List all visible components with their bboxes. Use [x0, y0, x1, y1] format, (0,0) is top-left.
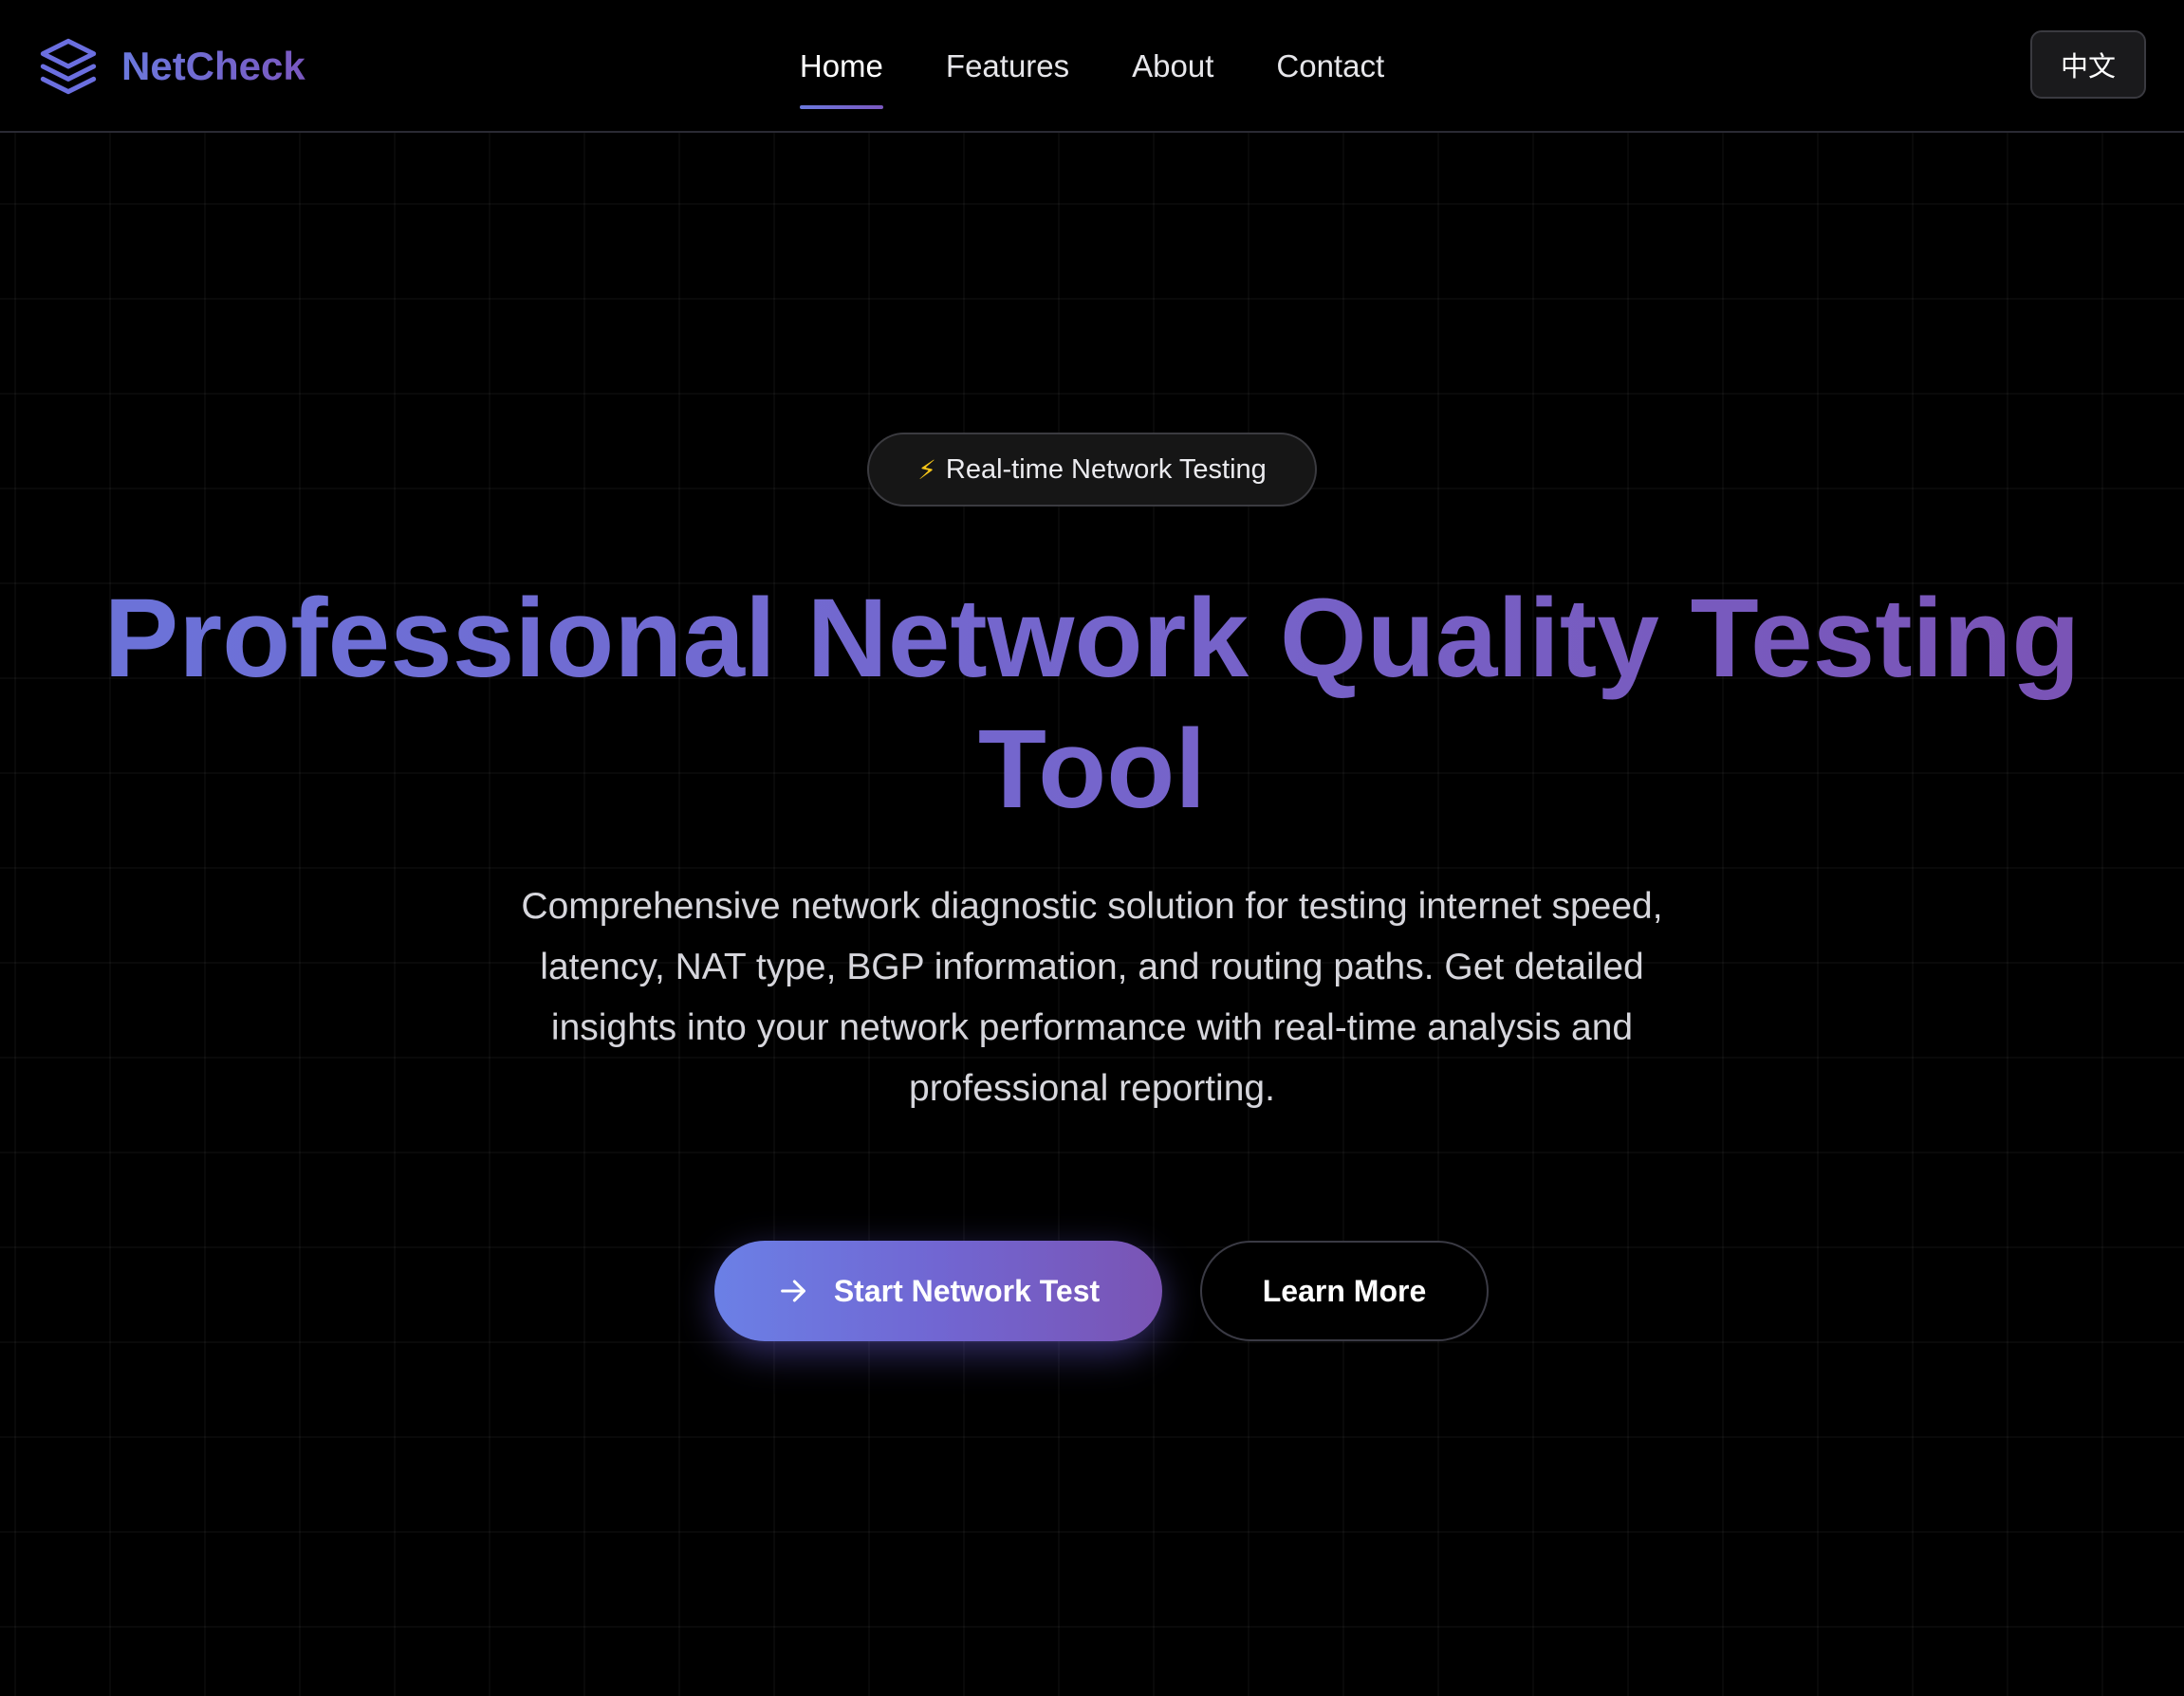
- hero-title-line-1: Professional Network Quality Testing: [103, 576, 2081, 701]
- layers-icon: [40, 38, 97, 95]
- arrow-right-icon: [780, 1280, 805, 1302]
- language-switch-button[interactable]: 中文: [2030, 30, 2146, 99]
- hero-actions: Start Network Test Learn More: [0, 1241, 2184, 1341]
- nav-item-about[interactable]: About: [1132, 41, 1213, 92]
- nav-item-contact[interactable]: Contact: [1276, 41, 1384, 92]
- hero-title: Professional Network Quality Testing Too…: [57, 573, 2127, 835]
- nav-links: Home Features About Contact: [799, 41, 1384, 109]
- hero-title-line-2: Tool: [977, 707, 1207, 832]
- badge-text: Real-time Network Testing: [945, 453, 1267, 485]
- nav-item-home[interactable]: Home: [799, 41, 883, 109]
- lightning-icon: ⚡: [917, 453, 936, 486]
- start-network-test-label: Start Network Test: [833, 1273, 1101, 1308]
- learn-more-button[interactable]: Learn More: [1200, 1241, 1489, 1341]
- start-network-test-button[interactable]: Start Network Test: [714, 1241, 1162, 1341]
- page: NetCheck Home Features About Contact 中文 …: [0, 0, 2184, 1696]
- hero-description: Comprehensive network diagnostic solutio…: [521, 886, 1663, 1109]
- main-nav: Home Features About Contact: [0, 0, 2184, 133]
- top-navigation-bar: NetCheck Home Features About Contact 中文: [0, 0, 2184, 133]
- feature-badge: ⚡ Real-time Network Testing: [867, 433, 1317, 507]
- nav-item-features[interactable]: Features: [946, 41, 1069, 92]
- brand-logo[interactable]: NetCheck: [38, 27, 305, 106]
- brand-name: NetCheck: [121, 44, 305, 88]
